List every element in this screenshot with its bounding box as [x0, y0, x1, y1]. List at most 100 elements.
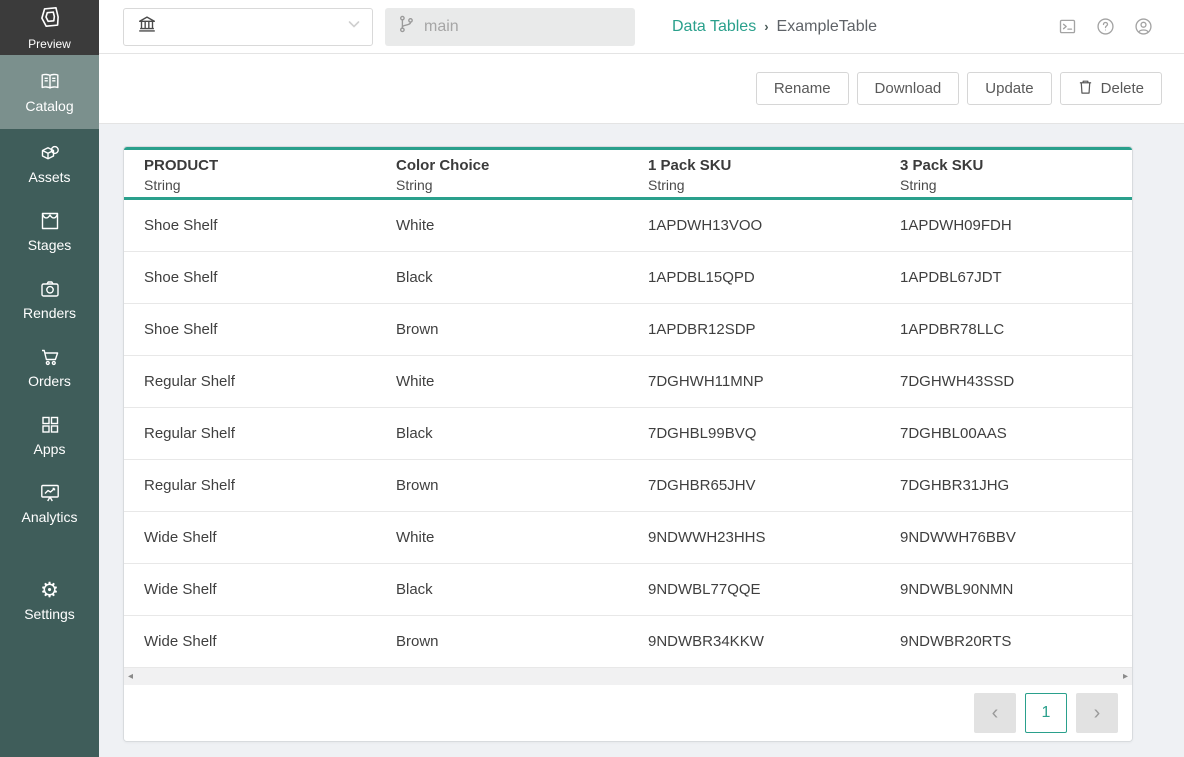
sidebar-item-orders[interactable]: Orders: [0, 333, 99, 401]
table-cell: Brown: [376, 477, 628, 494]
table-cell: 9NDWWH23HHS: [628, 529, 880, 546]
table-cell: Shoe Shelf: [124, 269, 376, 286]
terminal-icon[interactable]: [1057, 16, 1078, 37]
sidebar-item-renders[interactable]: Renders: [0, 265, 99, 333]
app-window: Preview Catalog: [0, 0, 1184, 757]
sidebar-item-label: Renders: [23, 305, 76, 321]
sidebar-item-label: Analytics: [21, 509, 77, 525]
box-icon: [38, 142, 62, 164]
table-cell: Wide Shelf: [124, 581, 376, 598]
table-cell: Wide Shelf: [124, 529, 376, 546]
table-row[interactable]: Shoe Shelf Black 1APDBL15QPD 1APDBL67JDT: [124, 252, 1132, 304]
table-row[interactable]: Wide Shelf Brown 9NDWBR34KKW 9NDWBR20RTS: [124, 616, 1132, 668]
update-button[interactable]: Update: [967, 72, 1051, 105]
sidebar-item-label: Stages: [28, 237, 72, 253]
sidebar-item-analytics[interactable]: Analytics: [0, 469, 99, 537]
sidebar-nav: Catalog Assets: [0, 55, 99, 635]
trash-icon: [1078, 79, 1093, 99]
sidebar-item-label: Assets: [28, 169, 70, 185]
table-cell: 1APDBR78LLC: [880, 321, 1132, 338]
top-bar: main Data Tables › ExampleTable: [99, 0, 1184, 54]
table-cell: 9NDWBL90NMN: [880, 581, 1132, 598]
stage-icon: [38, 210, 62, 232]
grid-icon: [38, 414, 62, 436]
main-column: main Data Tables › ExampleTable: [99, 0, 1184, 757]
org-select[interactable]: [123, 8, 373, 46]
account-icon[interactable]: [1133, 16, 1154, 37]
table-header: PRODUCT String Color Choice String 1 Pac…: [124, 147, 1132, 200]
table-cell: 9NDWBR20RTS: [880, 633, 1132, 650]
branch-name: main: [424, 18, 459, 36]
table-cell: Black: [376, 581, 628, 598]
column-header-1-pack-sku[interactable]: 1 Pack SKU String: [628, 150, 880, 197]
table-cell: Black: [376, 269, 628, 286]
download-button[interactable]: Download: [857, 72, 960, 105]
branch-select[interactable]: main: [385, 8, 635, 46]
table-cell: Regular Shelf: [124, 425, 376, 442]
app-logo-icon: [37, 4, 63, 35]
table-cell: 9NDWBL77QQE: [628, 581, 880, 598]
delete-button[interactable]: Delete: [1060, 72, 1162, 105]
table-cell: Regular Shelf: [124, 373, 376, 390]
table-row[interactable]: Shoe Shelf White 1APDWH13VOO 1APDWH09FDH: [124, 200, 1132, 252]
table-row[interactable]: Regular Shelf Brown 7DGHBR65JHV 7DGHBR31…: [124, 460, 1132, 512]
sidebar-logo[interactable]: Preview: [0, 0, 99, 55]
table-cell: White: [376, 217, 628, 234]
table-cell: 7DGHWH43SSD: [880, 373, 1132, 390]
content-area: PRODUCT String Color Choice String 1 Pac…: [99, 124, 1184, 757]
sidebar-item-label: Catalog: [25, 98, 73, 114]
table-cell: Regular Shelf: [124, 477, 376, 494]
chevron-down-icon: [346, 16, 362, 37]
table-actions-toolbar: Rename Download Update Delete: [99, 54, 1184, 124]
table-cell: 7DGHBL00AAS: [880, 425, 1132, 442]
table-row[interactable]: Wide Shelf White 9NDWWH23HHS 9NDWWH76BBV: [124, 512, 1132, 564]
rename-button[interactable]: Rename: [756, 72, 849, 105]
column-header-color-choice[interactable]: Color Choice String: [376, 150, 628, 197]
scroll-right-icon[interactable]: ▸: [1123, 672, 1128, 682]
sidebar-item-apps[interactable]: Apps: [0, 401, 99, 469]
logo-label: Preview: [28, 37, 71, 51]
sidebar-item-stages[interactable]: Stages: [0, 197, 99, 265]
column-header-3-pack-sku[interactable]: 3 Pack SKU String: [880, 150, 1132, 197]
current-page-button[interactable]: 1: [1025, 693, 1067, 733]
table-cell: Black: [376, 425, 628, 442]
git-branch-icon: [397, 14, 415, 39]
table-row[interactable]: Shoe Shelf Brown 1APDBR12SDP 1APDBR78LLC: [124, 304, 1132, 356]
table-cell: Brown: [376, 321, 628, 338]
data-table-panel: PRODUCT String Color Choice String 1 Pac…: [123, 146, 1133, 742]
breadcrumb-current: ExampleTable: [777, 18, 878, 36]
table-cell: 1APDBL67JDT: [880, 269, 1132, 286]
gear-icon: ⚙: [40, 580, 59, 601]
column-header-product[interactable]: PRODUCT String: [124, 150, 376, 197]
table-row[interactable]: Wide Shelf Black 9NDWBL77QQE 9NDWBL90NMN: [124, 564, 1132, 616]
table-cell: 1APDBR12SDP: [628, 321, 880, 338]
sidebar-item-label: Settings: [24, 606, 75, 622]
table-cell: 7DGHBL99BVQ: [628, 425, 880, 442]
sidebar-item-label: Apps: [34, 441, 66, 457]
table-cell: Brown: [376, 633, 628, 650]
table-row[interactable]: Regular Shelf Black 7DGHBL99BVQ 7DGHBL00…: [124, 408, 1132, 460]
table-cell: 7DGHBR65JHV: [628, 477, 880, 494]
next-page-button[interactable]: ›: [1076, 693, 1118, 733]
breadcrumb-parent-link[interactable]: Data Tables: [672, 18, 756, 36]
table-cell: 1APDWH13VOO: [628, 217, 880, 234]
table-cell: 1APDWH09FDH: [880, 217, 1132, 234]
table-cell: 1APDBL15QPD: [628, 269, 880, 286]
table-cell: Wide Shelf: [124, 633, 376, 650]
scroll-left-icon[interactable]: ◂: [128, 672, 133, 682]
previous-page-button[interactable]: ‹: [974, 693, 1016, 733]
sidebar-item-catalog[interactable]: Catalog: [0, 55, 99, 129]
help-icon[interactable]: [1095, 16, 1116, 37]
table-cell: White: [376, 529, 628, 546]
sidebar-item-settings[interactable]: ⚙ Settings: [0, 567, 99, 635]
cart-icon: [38, 346, 62, 368]
breadcrumb: Data Tables › ExampleTable: [672, 18, 877, 36]
horizontal-scrollbar[interactable]: ◂ ▸: [124, 668, 1132, 685]
camera-icon: [38, 278, 62, 300]
table-row[interactable]: Regular Shelf White 7DGHWH11MNP 7DGHWH43…: [124, 356, 1132, 408]
topbar-right-icons: [1057, 16, 1154, 37]
bank-icon: [136, 13, 158, 40]
sidebar-item-assets[interactable]: Assets: [0, 129, 99, 197]
table-cell: Shoe Shelf: [124, 321, 376, 338]
pagination: ‹ 1 ›: [124, 685, 1132, 741]
